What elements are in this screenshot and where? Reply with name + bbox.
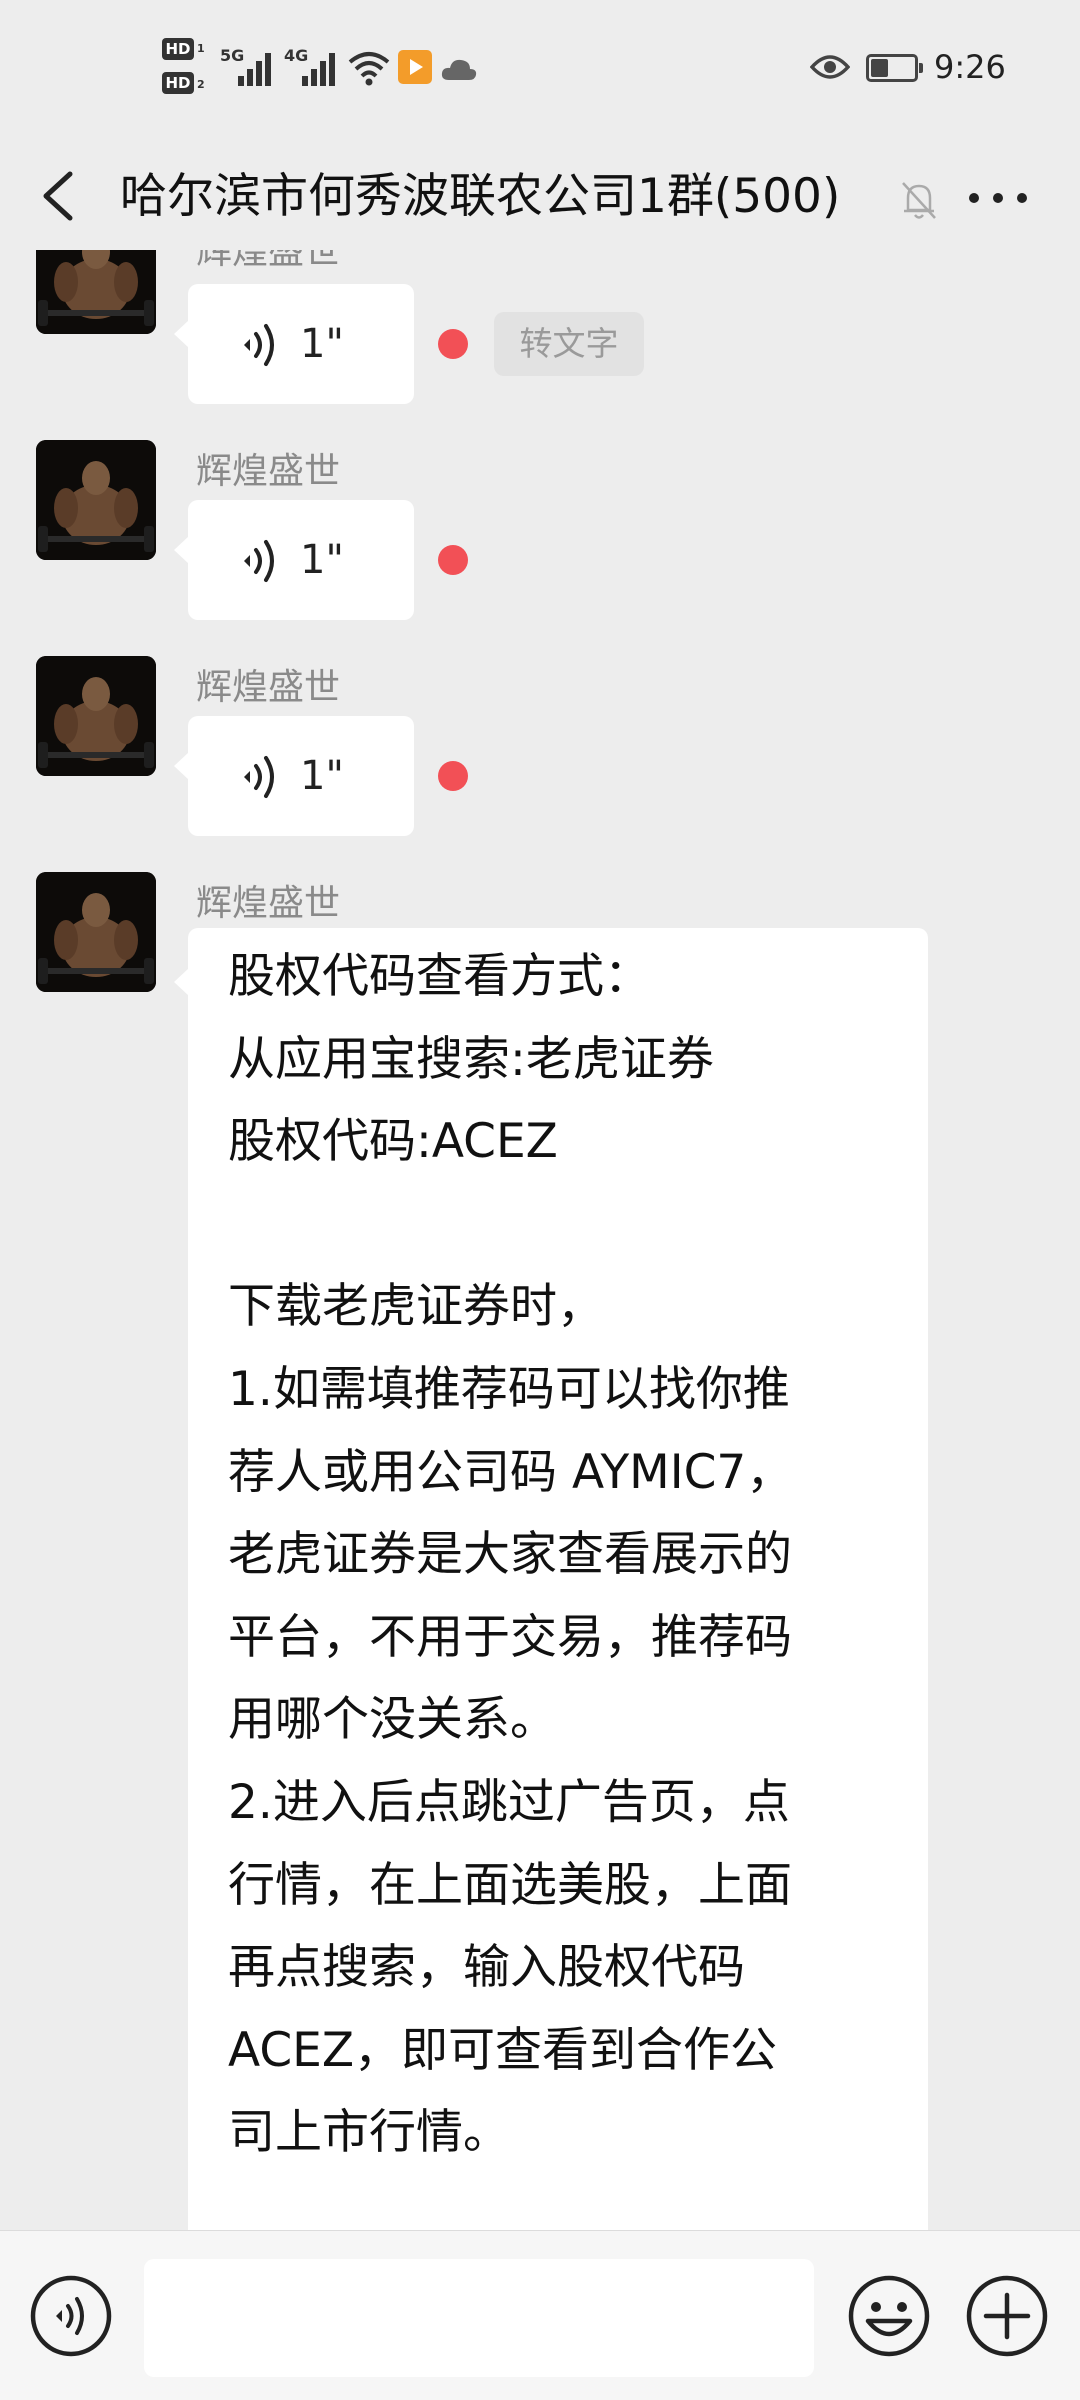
message-line: 2.进入后点跳过广告页，点 [228, 1774, 790, 1830]
message-line: 司上市行情。 [228, 2105, 510, 2161]
voice-wave-icon [244, 756, 274, 798]
eye-icon [810, 55, 850, 79]
unread-dot [438, 329, 468, 359]
hd-badge-1: HD [162, 38, 194, 60]
more-button[interactable] [960, 168, 1036, 224]
plus-circle-icon [966, 2275, 1048, 2357]
message-line: 下载老虎证券时， [228, 1279, 604, 1335]
voice-message-bubble[interactable]: 1" [174, 284, 414, 404]
more-dots-icon [969, 193, 1027, 203]
voice-duration: 1" [300, 537, 344, 583]
back-button[interactable] [30, 160, 90, 230]
transcribe-button[interactable]: 转文字 [494, 312, 644, 376]
sender-name: 辉煌盛世 [196, 451, 341, 492]
message-line: 行情，在上面选美股，上面 [228, 1857, 792, 1913]
sender-avatar[interactable] [36, 250, 156, 334]
cloud-icon [441, 59, 477, 80]
message-line: 荐人或用公司码 AYMIC7， [228, 1444, 794, 1500]
message-line: 股权代码:ACEZ [228, 1114, 558, 1170]
signal-4g-icon: 4G [284, 46, 344, 86]
status-bar: HD 1 HD 2 5G 4G 9:26 [0, 0, 1080, 140]
unread-dot [438, 545, 468, 575]
message-list[interactable]: 辉煌盛世 1" 转文字 辉煌盛世 1" 辉煌盛世 1" 辉煌盛世 股权代码查看方… [0, 250, 1080, 2230]
input-bar [0, 2230, 1080, 2400]
voice-duration: 1" [300, 321, 344, 367]
add-button[interactable] [964, 2273, 1050, 2359]
battery-level [871, 59, 888, 77]
hd-sub-2: 2 [197, 78, 205, 91]
message-line [228, 1184, 892, 1267]
voice-message-bubble[interactable]: 1" [174, 716, 414, 836]
voice-input-icon [30, 2275, 112, 2357]
unread-dot [438, 761, 468, 791]
message-line: 用哪个没关系。 [228, 1692, 557, 1748]
video-app-icon [398, 50, 432, 84]
emoji-icon [848, 2275, 930, 2357]
sender-avatar[interactable] [36, 872, 156, 992]
sender-name: 辉煌盛世 [196, 250, 341, 272]
sender-avatar[interactable] [36, 656, 156, 776]
voice-wave-icon [244, 540, 274, 582]
hd-indicator: HD 1 HD 2 [162, 38, 208, 102]
voice-duration: 1" [300, 753, 344, 799]
signal-5g-icon: 5G [220, 46, 280, 86]
status-time: 9:26 [934, 48, 1006, 86]
voice-wave-icon [244, 324, 274, 366]
voice-input-button[interactable] [28, 2273, 114, 2359]
message-line: 平台，不用于交易，推荐码 [228, 1609, 792, 1665]
message-line: 股权代码查看方式： [228, 949, 651, 1004]
hd-badge-2: HD [162, 72, 194, 94]
bell-off-icon [902, 182, 936, 219]
sender-name: 辉煌盛世 [196, 883, 341, 924]
message-line: ACEZ，即可查看到合作公 [228, 2022, 778, 2078]
chevron-left-icon [43, 171, 73, 221]
message-line: 再点搜索，输入股权代码 [228, 1940, 745, 1996]
text-message-bubble[interactable]: 股权代码查看方式： 从应用宝搜索:老虎证券 股权代码:ACEZ 下载老虎证券时，… [174, 928, 928, 2230]
chat-header: 哈尔滨市何秀波联农公司1群(500) [0, 140, 1080, 250]
message-line: 老虎证券是大家查看展示的 [228, 1527, 792, 1583]
sender-avatar[interactable] [36, 440, 156, 560]
message-input[interactable] [144, 2259, 814, 2377]
battery-icon [866, 54, 923, 82]
chat-title: 哈尔滨市何秀波联农公司1群(500) [120, 169, 841, 224]
sender-name: 辉煌盛世 [196, 667, 341, 708]
message-line: 1.如需填推荐码可以找你推 [228, 1361, 790, 1417]
emoji-button[interactable] [846, 2273, 932, 2359]
voice-message-bubble[interactable]: 1" [174, 500, 414, 620]
message-line: 从应用宝搜索:老虎证券 [228, 1031, 714, 1087]
hd-sub-1: 1 [197, 42, 205, 55]
wifi-icon [348, 52, 390, 86]
